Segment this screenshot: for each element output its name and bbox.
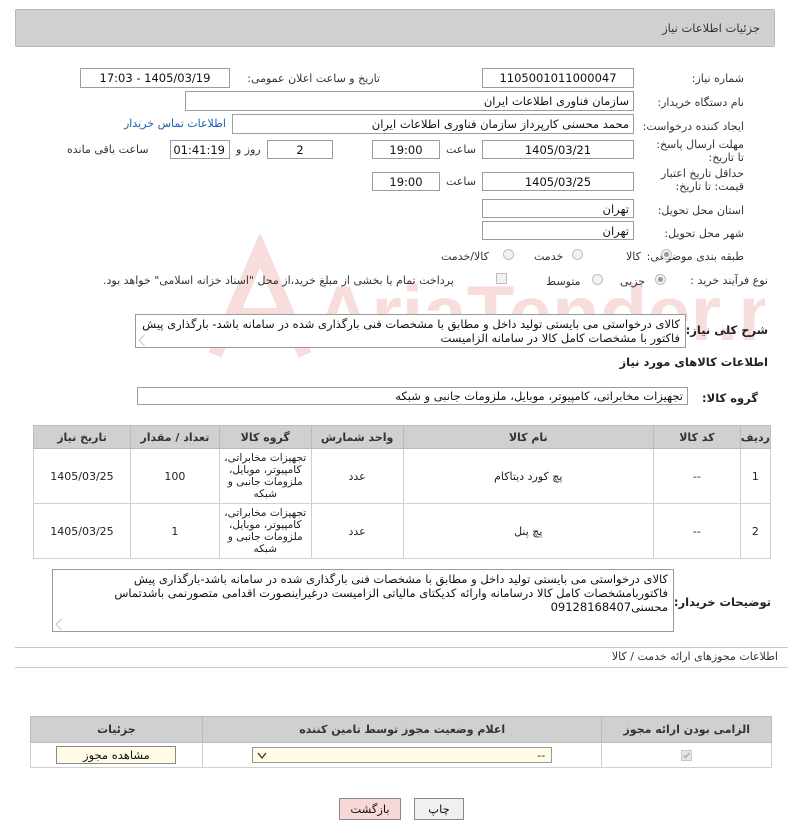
license-status-cell: --: [201, 742, 603, 768]
cell-date: 1405/03/25: [33, 448, 131, 504]
category-option-service: خدمت: [534, 250, 564, 263]
print-button[interactable]: چاپ: [414, 798, 464, 820]
resize-grip-icon[interactable]: [55, 618, 67, 630]
price-date-field: 1405/03/25: [482, 172, 634, 191]
license-table: الزامی بودن ارائه مجوز اعلام وضعیت مجوز …: [30, 716, 772, 768]
resize-grip-icon[interactable]: [138, 334, 150, 346]
province-field: تهران: [482, 199, 634, 218]
process-label: نوع فرآیند خرید :: [690, 274, 768, 287]
announce-label: تاریخ و ساعت اعلان عمومی:: [247, 72, 380, 85]
requester-label: ایجاد کننده درخواست:: [642, 120, 744, 133]
treasury-checkbox[interactable]: [496, 273, 507, 284]
category-option-goods: کالا: [626, 250, 641, 263]
category-option-goods-service: کالا/خدمت: [441, 250, 489, 263]
back-button[interactable]: بازگشت: [339, 798, 401, 820]
category-radio-goods-service[interactable]: [503, 249, 514, 260]
col-details: جزئیات: [30, 716, 203, 743]
description-label: شرح کلی نیاز:: [685, 323, 768, 337]
license-status-value: --: [537, 749, 546, 762]
col-idx: ردیف: [739, 425, 772, 449]
cell-code: --: [652, 503, 741, 559]
reply-time-label: ساعت: [446, 143, 476, 156]
license-section-title: اطلاعات مجوزهای ارائه خدمت / کالا: [611, 650, 778, 663]
col-qty: تعداد / مقدار: [129, 425, 220, 449]
cell-idx: 2: [739, 503, 772, 559]
description-text: کالای درخواستی می بایستی تولید داخل و مط…: [142, 317, 680, 345]
col-name: نام کالا: [402, 425, 654, 449]
treasury-note: پرداخت تمام یا بخشی از مبلغ خرید،از محل …: [103, 274, 454, 287]
category-radio-service[interactable]: [572, 249, 583, 260]
required-checkbox[interactable]: [681, 750, 693, 761]
col-date: تاریخ نیاز: [33, 425, 131, 449]
col-required: الزامی بودن ارائه مجوز: [601, 716, 772, 743]
days-label: روز و: [236, 143, 261, 156]
goods-group-label: گروه کالا:: [702, 391, 758, 405]
reply-time-field: 19:00: [372, 140, 440, 159]
table-row: 2 -- پچ پنل عدد تجهیزات مخابراتی، کامپیو…: [33, 503, 772, 559]
reply-deadline-label: مهلت ارسال پاسخ: تا تاریخ:: [656, 138, 744, 164]
category-radio-goods[interactable]: [661, 249, 672, 260]
cell-unit: عدد: [310, 503, 404, 559]
remaining-label: ساعت باقی مانده: [67, 143, 149, 156]
city-field: تهران: [482, 221, 634, 240]
buyer-notes-textarea[interactable]: کالای درخواستی می بایستی تولید داخل و مط…: [52, 569, 674, 632]
goods-section-title: اطلاعات کالاهای مورد نیاز: [619, 355, 768, 369]
price-validity-label: حداقل تاریخ اعتبار قیمت: تا تاریخ:: [660, 167, 744, 193]
need-number-label: شماره نیاز:: [691, 72, 744, 85]
license-details-cell: مشاهده مجوز: [30, 742, 203, 768]
table-row: -- مشاهده مجوز: [30, 742, 772, 768]
page-title: جزئیات اطلاعات نیاز: [662, 21, 760, 35]
buyer-notes-text: کالای درخواستی می بایستی تولید داخل و مط…: [114, 572, 668, 614]
cell-group: تجهیزات مخابراتی، کامپیوتر، موبایل، ملزو…: [218, 503, 312, 559]
buyer-contact-link[interactable]: اطلاعات تماس خریدار: [124, 117, 226, 130]
license-status-select[interactable]: --: [252, 747, 553, 763]
section-divider: [15, 667, 788, 668]
need-number-field: 1105001011000047: [482, 68, 634, 88]
cell-unit: عدد: [310, 448, 404, 504]
license-required-cell: [601, 742, 772, 768]
page-header: جزئیات اطلاعات نیاز: [15, 9, 775, 47]
cell-code: --: [652, 448, 741, 504]
items-table-header: ردیف کد کالا نام کالا واحد شمارش گروه کا…: [33, 425, 772, 449]
section-divider: [15, 647, 788, 648]
license-table-header: الزامی بودن ارائه مجوز اعلام وضعیت مجوز …: [30, 716, 772, 743]
col-group: گروه کالا: [218, 425, 312, 449]
goods-group-field: تجهیزات مخابراتی، کامپیوتر، موبایل، ملزو…: [137, 387, 688, 405]
price-time-field: 19:00: [372, 172, 440, 191]
remaining-time-field: 01:41:19: [170, 140, 230, 159]
cell-name: پچ کورد دیتاکام: [402, 448, 654, 504]
province-label: استان محل تحویل:: [657, 204, 744, 217]
check-icon: [683, 752, 691, 759]
city-label: شهر محل تحویل:: [664, 227, 744, 240]
requester-field: محمد محسنی کارپرداز سازمان فناوری اطلاعا…: [232, 114, 634, 134]
cell-name: پچ پنل: [402, 503, 654, 559]
days-field: 2: [267, 140, 333, 159]
col-unit: واحد شمارش: [310, 425, 404, 449]
col-code: کد کالا: [652, 425, 741, 449]
description-textarea[interactable]: کالای درخواستی می بایستی تولید داخل و مط…: [135, 314, 686, 348]
price-time-label: ساعت: [446, 175, 476, 188]
cell-group: تجهیزات مخابراتی، کامپیوتر، موبایل، ملزو…: [218, 448, 312, 504]
cell-qty: 1: [129, 503, 220, 559]
table-row: 1 -- پچ کورد دیتاکام عدد تجهیزات مخابرات…: [33, 448, 772, 504]
items-table: ردیف کد کالا نام کالا واحد شمارش گروه کا…: [33, 425, 772, 559]
process-radio-minor[interactable]: [655, 274, 666, 285]
buyer-notes-label: توضیحات خریدار:: [673, 595, 771, 609]
view-license-button[interactable]: مشاهده مجوز: [56, 746, 177, 764]
announce-field: 1405/03/19 - 17:03: [80, 68, 230, 88]
process-option-minor: جزیی: [620, 275, 646, 288]
reply-date-field: 1405/03/21: [482, 140, 634, 159]
buyer-org-field: سازمان فناوری اطلاعات ایران: [185, 91, 634, 111]
cell-idx: 1: [739, 448, 772, 504]
process-radio-medium[interactable]: [592, 274, 603, 285]
chevron-down-icon: [257, 752, 267, 760]
buyer-org-label: نام دستگاه خریدار:: [657, 96, 744, 109]
col-status: اعلام وضعیت مجوز توسط تامین کننده: [201, 716, 603, 743]
cell-date: 1405/03/25: [33, 503, 131, 559]
cell-qty: 100: [129, 448, 220, 504]
process-option-medium: متوسط: [546, 275, 581, 288]
